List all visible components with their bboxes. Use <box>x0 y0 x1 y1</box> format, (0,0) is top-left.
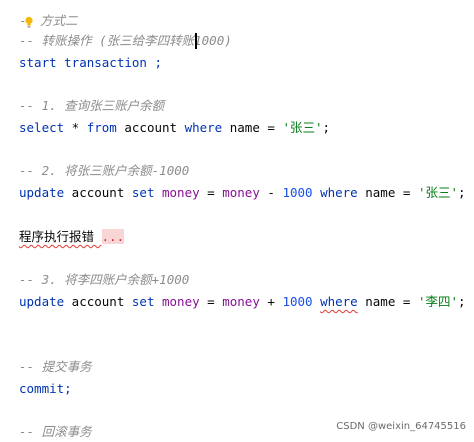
text-caret <box>195 33 197 49</box>
comment-commit: -- 提交事务 <box>19 359 92 374</box>
where-keyword-flagged: where <box>320 294 358 309</box>
commit-statement: commit; <box>19 381 72 396</box>
comment-step-3: -- 3. 将李四账户余额+1000 <box>19 272 190 287</box>
watermark: CSDN @weixin_64745516 <box>336 421 466 432</box>
error-line: 程序执行报错 ... <box>19 227 125 247</box>
error-text: 程序执行报错 <box>19 229 102 244</box>
code-editor[interactable]: - 方式二 -- 转账操作 (张三给李四转账1000) start transa… <box>0 0 474 439</box>
comment-step-2: -- 2. 将张三账户余额-1000 <box>19 163 190 178</box>
update-zhangsan-statement: update account set money = money - 1000 … <box>19 185 466 200</box>
select-statement: select * from account where name = '张三'; <box>19 120 331 135</box>
error-marker[interactable]: ... <box>101 229 125 244</box>
start-transaction-statement: start transaction ; <box>19 55 162 70</box>
comment-rollback: -- 回滚事务 <box>19 424 92 439</box>
update-lisi-statement: update account set money = money + 1000 … <box>19 294 466 309</box>
comment-step-1: -- 1. 查询张三账户余额 <box>19 98 165 113</box>
comment-method-two: 方式二 <box>40 13 78 28</box>
comment-transfer: -- 转账操作 (张三给李四转账1000) <box>19 33 232 48</box>
lightbulb-icon[interactable] <box>25 16 33 29</box>
